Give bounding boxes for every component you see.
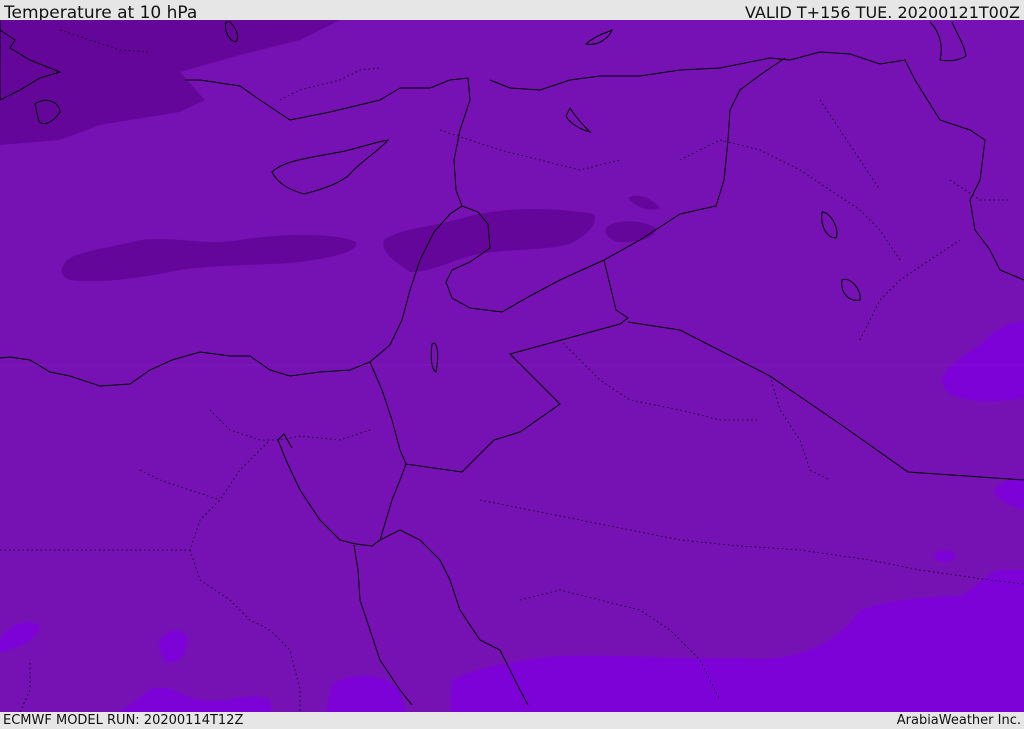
model-run-label: ECMWF MODEL RUN: 20200114T12Z <box>3 713 244 728</box>
weather-map <box>0 20 1024 712</box>
credit-label: ArabiaWeather Inc. <box>896 713 1021 728</box>
